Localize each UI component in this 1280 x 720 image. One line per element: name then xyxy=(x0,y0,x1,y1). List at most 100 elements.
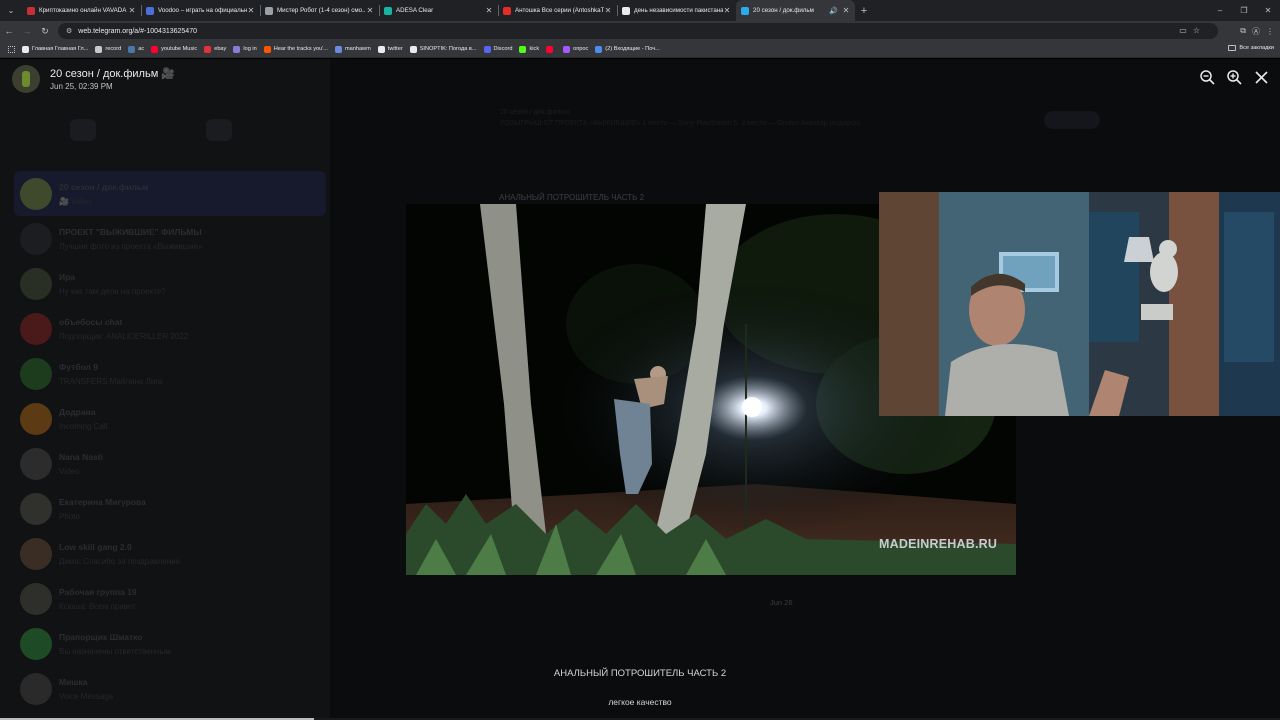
bookmark-favicon-icon xyxy=(95,45,103,53)
chat-list-item[interactable]: Low skill gang 2.0 Дима: Спасибо за поздр… xyxy=(14,531,326,576)
browser-tab[interactable]: ADESA Clear ✕ xyxy=(379,0,498,21)
bookmark-item[interactable]: ac xyxy=(128,45,144,53)
chat-list-item[interactable]: Додрана Incoming Call xyxy=(14,396,326,441)
maximize-icon[interactable]: ❐ xyxy=(1232,0,1256,21)
chat-list-item[interactable]: Екатерина Мигурова Photo xyxy=(14,486,326,531)
tab-close-icon[interactable]: ✕ xyxy=(128,6,136,15)
tab-close-icon[interactable]: ✕ xyxy=(247,6,255,15)
bookmark-item[interactable]: (2) Входящие - Поч... xyxy=(595,45,660,53)
reload-icon[interactable]: ↻ xyxy=(36,26,54,37)
chat-list-item[interactable]: 20 сезон / док.фильм 🎥 Video xyxy=(14,171,326,216)
install-app-icon[interactable]: ▭ xyxy=(1179,26,1187,35)
address-url[interactable]: web.telegram.org/a/#-1004313625470 xyxy=(78,28,197,35)
tab-close-icon[interactable]: ✕ xyxy=(842,6,850,15)
pinned-message[interactable]: 20 сезон / док.фильм РОЗЫГРЫШ ОТ ПРОЕКТА… xyxy=(500,109,1100,133)
bookmark-item[interactable]: SINOPTIK: Погода в... xyxy=(409,45,477,53)
browser-tab[interactable]: день независимости пакистана ✕ xyxy=(617,0,736,21)
bookmark-favicon-icon xyxy=(546,45,554,53)
site-info-icon[interactable]: ⚙ xyxy=(66,27,72,35)
bookmark-item[interactable]: record xyxy=(95,45,122,53)
pinned-text: РОЗЫГРЫШ ОТ ПРОЕКТА «ВЫЖИВШИЕ» 1 место —… xyxy=(500,120,861,127)
tab-audio-icon[interactable]: 🔊 xyxy=(829,7,838,15)
extensions-icon[interactable]: ⧉ xyxy=(1240,26,1246,36)
chat-list-item[interactable]: Прапорщик Шматко Вы назначены ответственн… xyxy=(14,621,326,666)
browser-tab[interactable]: 20 сезон / док.фильм 🔊 ✕ xyxy=(736,0,855,21)
bookmark-label: Главная Главная Гл... xyxy=(32,46,89,52)
tab-close-icon[interactable]: ✕ xyxy=(604,6,612,15)
forward-icon[interactable]: → xyxy=(18,26,36,36)
browser-tab[interactable]: Криптоказино онлайн VAVADA ✕ xyxy=(22,0,141,21)
bookmark-item[interactable]: manhawm xyxy=(334,45,371,53)
chat-text: Low skill gang 2.0 Дима: Спасибо за поздр… xyxy=(59,542,326,566)
bookmark-label: record xyxy=(105,46,122,52)
bookmark-item[interactable]: Hear the tracks you'... xyxy=(263,45,328,53)
bookmark-item[interactable]: Discord xyxy=(483,45,512,53)
tab-favicon-icon xyxy=(265,6,273,15)
browser-tab[interactable]: Антошка Все серии (AntoshkaTV) ✕ xyxy=(498,0,617,21)
chat-list-item[interactable]: объебосы chat Подпорщик: ANALIDERILLER 20… xyxy=(14,306,326,351)
chat-avatar xyxy=(20,492,52,525)
close-window-icon[interactable]: ✕ xyxy=(1256,0,1280,21)
tab-favicon-icon xyxy=(503,6,511,15)
chat-list-item[interactable]: Nana Nasti Video xyxy=(14,441,326,486)
bookmark-item[interactable]: опрос xyxy=(563,45,589,53)
chat-list-item[interactable]: Футбол 9 TRANSFERS Майлина Лига xyxy=(14,351,326,396)
media-caption: АНАЛЬНЫЙ ПОТРОШИТЕЛЬ ЧАСТЬ 2 xyxy=(553,668,727,679)
folder-tab-all[interactable] xyxy=(70,119,96,147)
bookmark-favicon-icon xyxy=(377,45,385,53)
chat-preview: Video xyxy=(59,466,80,476)
chat-avatar xyxy=(20,222,52,255)
bookmark-favicon-icon xyxy=(409,45,417,53)
tab-close-icon[interactable]: ✕ xyxy=(723,6,731,15)
chat-preview: TRANSFERS Майлина Лига xyxy=(59,376,163,386)
pinned-action-button[interactable] xyxy=(1044,111,1100,129)
folder-icon xyxy=(70,119,96,141)
bookmark-item[interactable]: Главная Главная Гл... xyxy=(22,45,89,53)
bookmark-item[interactable]: kick xyxy=(519,45,539,53)
bookmark-label: Hear the tracks you'... xyxy=(273,46,328,52)
chat-list-item[interactable]: Ира Ну как там дела на проекте? xyxy=(14,261,326,306)
bookmark-item[interactable]: ebay xyxy=(204,45,227,53)
underlay-video-caption: АНАЛЬНЫЙ ПОТРОШИТЕЛЬ ЧАСТЬ 2 xyxy=(499,193,645,202)
browser-tabstrip: ⌄ Криптоказино онлайн VAVADA ✕ Voodoo – иг… xyxy=(0,0,1280,21)
address-bar[interactable]: ⚙ web.telegram.org/a/#-1004313625470 ▭ ☆ xyxy=(58,23,1218,39)
chat-list-item[interactable]: Рабочая группа 19 Ксюша: Всем привет xyxy=(14,576,326,621)
bookmark-item[interactable]: log in xyxy=(233,45,257,53)
bookmark-favicon-icon xyxy=(563,45,571,53)
chat-list-item[interactable]: ПРОЕКТ "ВЫЖИВШИЕ" ФИЛЬМЫ Лучшие фото из п… xyxy=(14,216,326,261)
all-bookmarks-button[interactable]: Все закладки xyxy=(1228,45,1274,51)
tab-close-icon[interactable]: ✕ xyxy=(366,6,374,15)
all-bookmarks-label: Все закладки xyxy=(1239,45,1274,51)
chat-avatar xyxy=(20,267,52,300)
chat-text: Прапорщик Шматко Вы назначены ответственн… xyxy=(59,632,326,656)
bookmark-favicon-icon xyxy=(128,45,136,53)
tab-search-icon[interactable]: ⌄ xyxy=(0,0,22,21)
bookmark-item[interactable]: twitter xyxy=(377,45,403,53)
bookmark-label: опрос xyxy=(573,46,589,52)
zoom-out-icon[interactable] xyxy=(1199,69,1216,86)
back-icon[interactable]: ← xyxy=(0,26,18,36)
close-viewer-icon[interactable] xyxy=(1253,69,1270,86)
profile-icon[interactable]: Ⓐ xyxy=(1252,26,1260,37)
chat-name: объебосы chat xyxy=(59,316,123,327)
bookmark-item[interactable] xyxy=(546,45,556,53)
bookmark-label: ebay xyxy=(214,46,227,52)
minimize-icon[interactable]: – xyxy=(1208,0,1232,21)
channel-avatar[interactable] xyxy=(12,65,40,93)
folder-tab-unread[interactable] xyxy=(206,119,232,147)
chat-preview: Incoming Call xyxy=(59,421,108,431)
bookmark-star-icon[interactable]: ☆ xyxy=(1193,26,1200,35)
bookmark-favicon-icon xyxy=(263,45,271,53)
bookmark-favicon-icon xyxy=(151,45,159,53)
zoom-in-icon[interactable] xyxy=(1226,69,1243,86)
browser-menu-icon[interactable]: ⋮ xyxy=(1266,27,1274,36)
browser-tab[interactable]: Мистер Робот (1-4 сезон) смо... ✕ xyxy=(260,0,379,21)
tab-close-icon[interactable]: ✕ xyxy=(485,6,493,15)
browser-tab[interactable]: Voodoo – играть на официальн... ✕ xyxy=(141,0,260,21)
media-sender-title[interactable]: 20 сезон / док.фильм 🎥 xyxy=(50,67,175,80)
tab-title: Voodoo – играть на официальн... xyxy=(158,7,247,14)
chat-name: Футбол 9 xyxy=(59,361,98,372)
apps-icon[interactable] xyxy=(8,45,15,53)
bookmark-item[interactable]: youtube Music xyxy=(151,45,197,53)
new-tab-button[interactable]: + xyxy=(855,5,873,17)
